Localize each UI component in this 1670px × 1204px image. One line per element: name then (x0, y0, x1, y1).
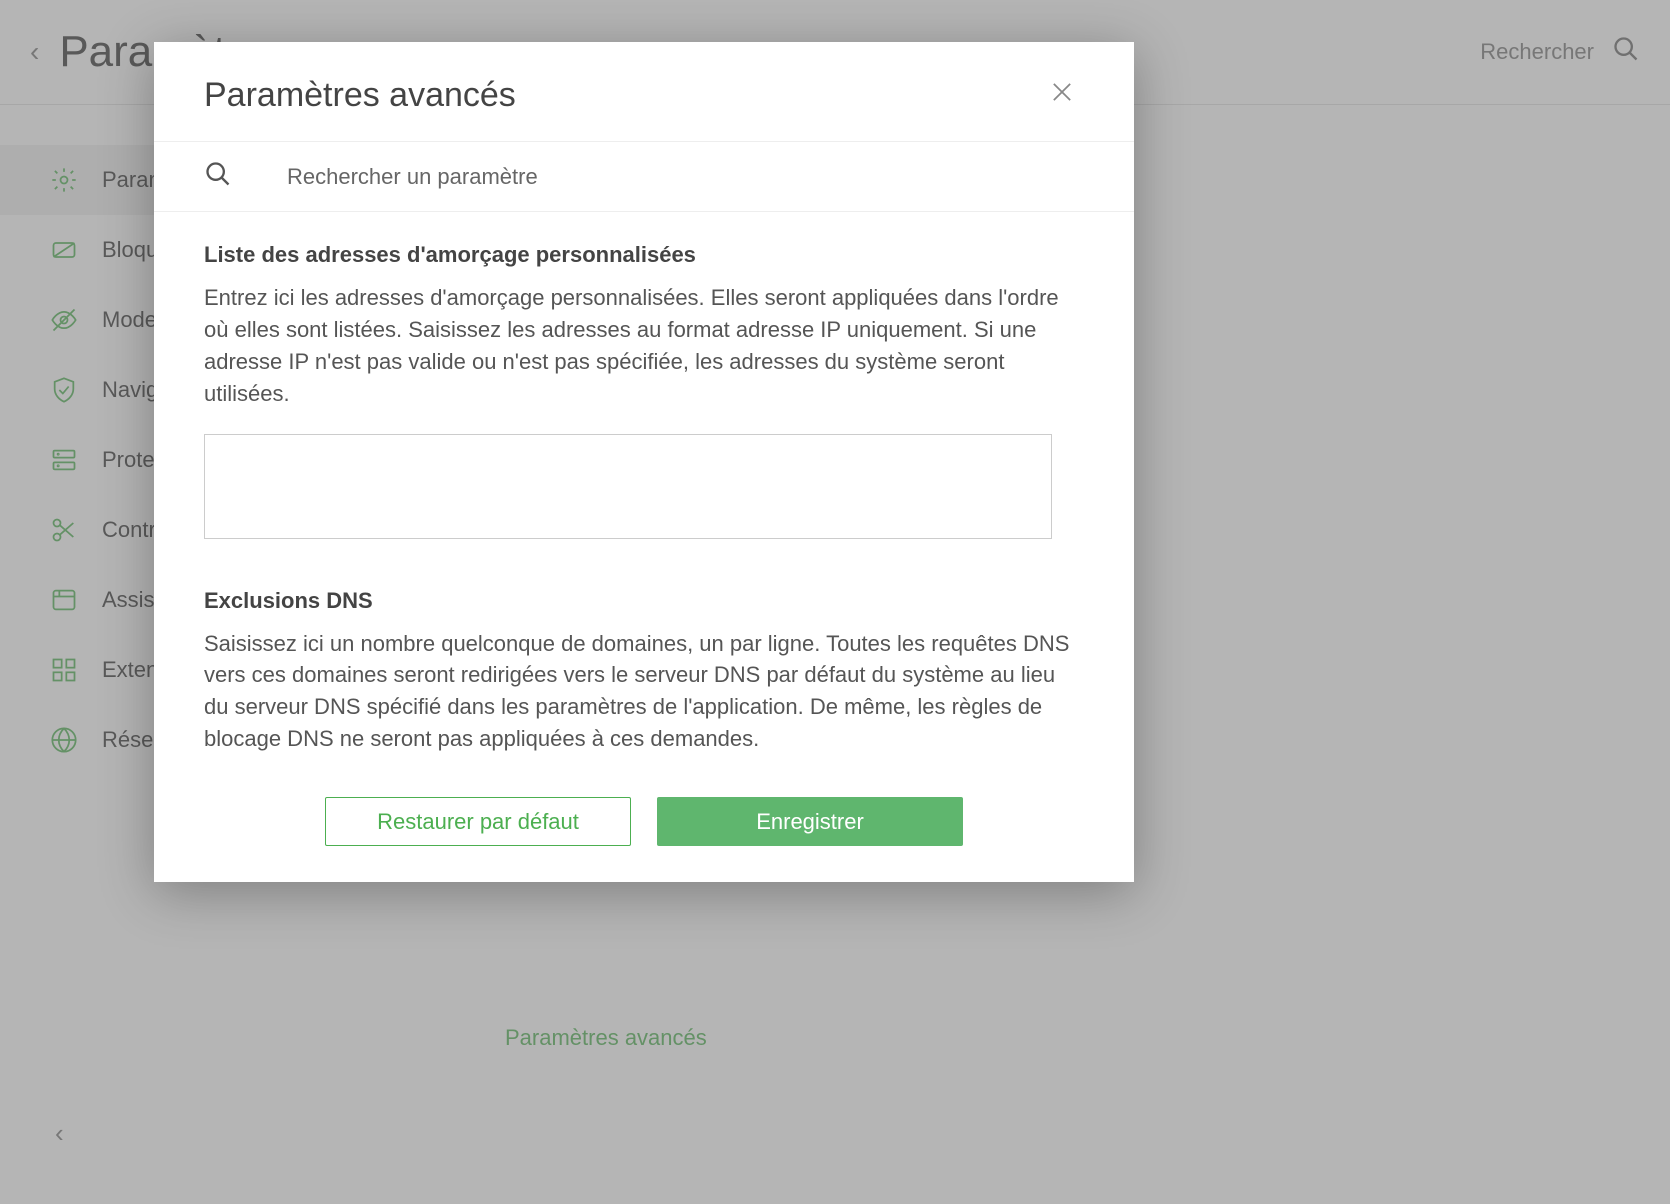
dialog-header: Paramètres avancés (154, 42, 1134, 142)
section-desc-dns: Saisissez ici un nombre quelconque de do… (204, 628, 1084, 756)
dialog-title: Paramètres avancés (204, 76, 1040, 115)
advanced-settings-dialog: Paramètres avancés Liste des adresses d'… (154, 42, 1134, 882)
dialog-body: Liste des adresses d'amorçage personnali… (154, 212, 1134, 783)
section-title-bootstrap: Liste des adresses d'amorçage personnali… (204, 242, 1084, 268)
restore-defaults-button[interactable]: Restaurer par défaut (325, 797, 631, 846)
search-icon (204, 160, 232, 193)
dialog-search-input[interactable] (287, 164, 1084, 190)
bootstrap-addresses-input[interactable] (204, 434, 1052, 539)
dialog-footer: Restaurer par défaut Enregistrer (154, 783, 1134, 882)
close-icon[interactable] (1040, 70, 1084, 121)
section-title-dns: Exclusions DNS (204, 588, 1084, 614)
save-button[interactable]: Enregistrer (657, 797, 963, 846)
dialog-search-row (154, 142, 1134, 212)
section-desc-bootstrap: Entrez ici les adresses d'amorçage perso… (204, 282, 1084, 410)
